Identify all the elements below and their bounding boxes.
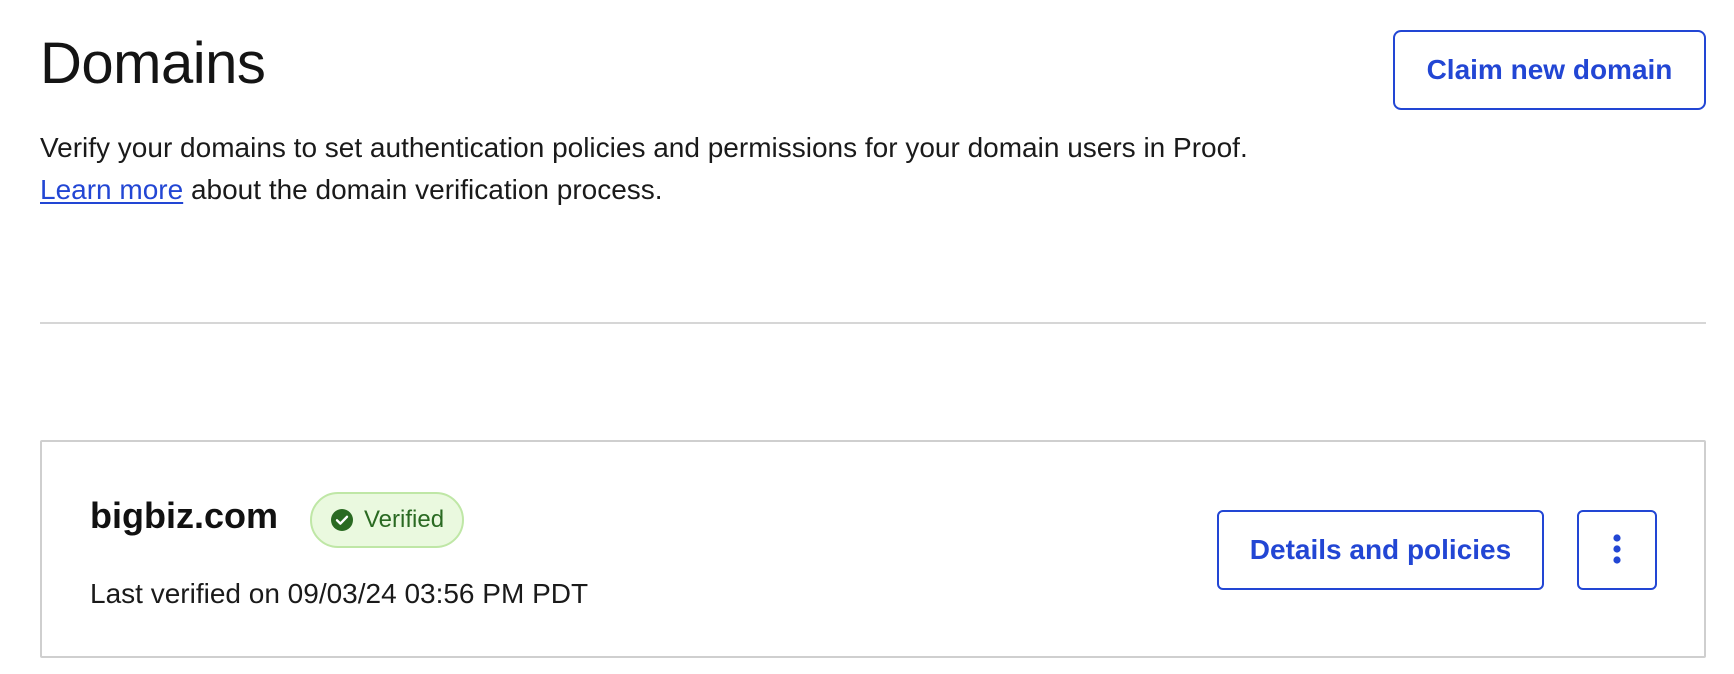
kebab-menu-icon xyxy=(1611,533,1623,568)
description-learn-more-rest: about the domain verification process. xyxy=(183,174,663,205)
more-options-button[interactable] xyxy=(1577,510,1657,590)
domain-card: bigbiz.com Verified Last verified on 09/… xyxy=(40,440,1706,658)
domains-page: Domains Claim new domain Verify your dom… xyxy=(0,0,1734,674)
check-circle-icon xyxy=(330,508,354,532)
status-badge-label: Verified xyxy=(364,506,445,533)
page-description: Verify your domains to set authenticatio… xyxy=(40,127,1248,211)
page-title: Domains xyxy=(40,31,266,96)
details-and-policies-button[interactable]: Details and policies xyxy=(1217,510,1544,590)
status-badge: Verified xyxy=(310,492,465,548)
domain-name: bigbiz.com xyxy=(90,495,278,536)
description-text: Verify your domains to set authenticatio… xyxy=(40,132,1248,163)
claim-new-domain-button[interactable]: Claim new domain xyxy=(1393,30,1706,110)
learn-more-link[interactable]: Learn more xyxy=(40,174,183,205)
last-verified-text: Last verified on 09/03/24 03:56 PM PDT xyxy=(90,578,589,609)
description-learn-more-line: Learn more about the domain verification… xyxy=(40,169,1248,211)
section-divider xyxy=(40,322,1706,324)
